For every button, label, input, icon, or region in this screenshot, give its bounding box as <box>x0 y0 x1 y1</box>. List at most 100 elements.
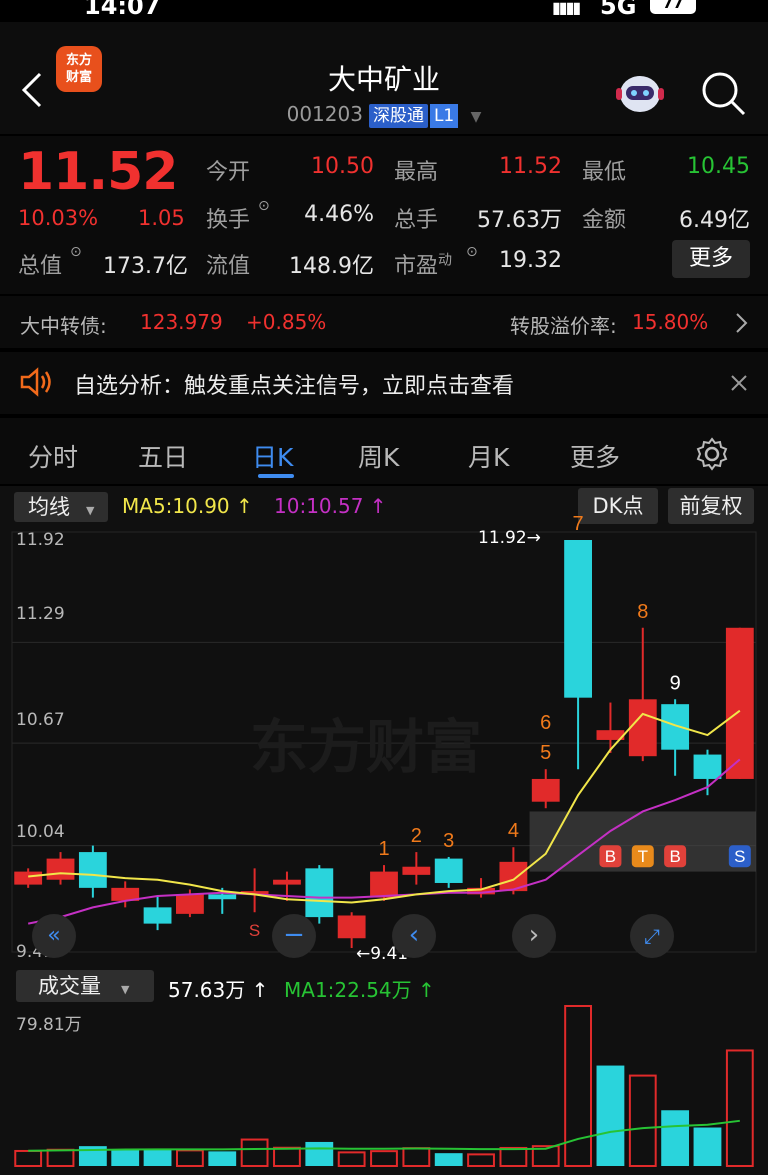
volume-bar <box>434 1153 463 1166</box>
stock-code: 001203 <box>286 102 363 126</box>
high-annotation: 11.92→ <box>478 528 541 548</box>
volume-bar <box>499 1146 528 1168</box>
notice-text: 自选分析：触发重点关注信号，立即点击查看 <box>74 374 515 399</box>
count-marker: 1 <box>378 838 389 860</box>
count-marker: 5 <box>540 742 551 764</box>
volume-select[interactable]: 成交量 ▼ <box>16 970 154 1002</box>
speaker-icon <box>20 367 51 397</box>
dropdown-icon[interactable]: ▼ <box>471 109 482 125</box>
candle-body <box>143 907 172 924</box>
volume-bar <box>143 1149 172 1166</box>
chevron-left-icon: ‹ <box>408 920 420 950</box>
amount-label: 金额 <box>582 208 627 233</box>
minus-icon: − <box>283 920 305 950</box>
kline-svg[interactable]: 12 3 4 5 6 7 8 9 S B T B S <box>0 486 768 1175</box>
volume-value: 57.63万 <box>477 208 562 233</box>
candle-body <box>305 868 334 918</box>
tab-intraday[interactable]: 分时 <box>28 438 78 474</box>
candle-body <box>402 866 431 875</box>
pe-label-text: 市盈 <box>394 254 439 279</box>
gear-icon[interactable] <box>694 436 730 472</box>
candle-body <box>370 871 398 898</box>
volume-bar <box>305 1141 334 1166</box>
scroll-right-button[interactable]: › <box>512 914 556 958</box>
turnover-label: 换手 <box>206 208 251 233</box>
volume-axis-max: 79.81万 <box>16 1015 82 1035</box>
open-label: 今开 <box>206 160 251 185</box>
volume-label: 总手 <box>394 208 439 233</box>
premium-label: 转股溢价率: <box>510 314 617 338</box>
candle-body <box>273 879 301 885</box>
info-icon[interactable]: ⊙ <box>70 244 82 260</box>
volume-bar <box>46 1148 75 1167</box>
candle-body <box>564 540 592 698</box>
tab-monthly-k[interactable]: 月K <box>468 438 509 474</box>
info-icon[interactable]: ⊙ <box>258 198 270 214</box>
chevron-right-icon: › <box>528 920 540 950</box>
price-axis-label: 10.04 <box>16 822 65 842</box>
amount-value: 6.49亿 <box>679 208 750 233</box>
level-badge: L1 <box>429 104 459 128</box>
candle-body <box>208 894 237 900</box>
close-icon[interactable] <box>730 374 748 392</box>
robot-assistant-icon[interactable] <box>614 68 666 116</box>
volume-bar <box>208 1151 237 1166</box>
status-time: 14:07 <box>84 0 161 20</box>
count-marker: 4 <box>508 820 519 842</box>
premium-value: 15.80% <box>632 310 709 334</box>
volume-bar <box>628 1074 657 1167</box>
signal-label: B <box>669 847 680 866</box>
info-icon[interactable]: ⊙ <box>466 244 478 260</box>
count-marker: 9 <box>670 672 681 694</box>
double-chevron-left-icon: « <box>47 923 61 948</box>
count-marker: 3 <box>443 830 454 852</box>
volume-bar <box>273 1146 301 1167</box>
count-marker: 8 <box>637 601 648 623</box>
more-button[interactable]: 更多 <box>672 240 750 278</box>
count-marker: 7 <box>573 513 584 535</box>
fullscreen-button[interactable]: ⤢ <box>630 914 674 958</box>
scroll-left-button[interactable]: ‹ <box>392 914 436 958</box>
high-label: 最高 <box>394 160 439 185</box>
search-icon[interactable] <box>700 70 748 116</box>
status-bar: 14:07 ▮▮▮▮ 5G 77 <box>0 0 768 22</box>
expand-icon: ⤢ <box>644 924 660 948</box>
low-value: 10.45 <box>687 154 750 179</box>
volume-bar <box>111 1149 140 1166</box>
signal-label: S <box>734 847 745 866</box>
pe-value: 19.32 <box>499 248 562 273</box>
signal-label: B <box>605 847 616 866</box>
tab-weekly-k[interactable]: 周K <box>358 438 399 474</box>
chevron-right-icon[interactable] <box>734 312 748 334</box>
candle-body <box>176 894 204 914</box>
price-axis-label: 11.92 <box>16 530 65 550</box>
change-value: 1.05 <box>138 206 185 230</box>
mktcap-value: 173.7亿 <box>103 254 188 279</box>
watermark: 东方财富 <box>250 713 483 781</box>
count-marker: 2 <box>411 825 422 847</box>
volume-select-label: 成交量 <box>38 974 101 998</box>
candle-body <box>531 778 560 802</box>
mktcap-label: 总值 <box>18 254 63 279</box>
signal-label: T <box>638 847 648 866</box>
volume-bar <box>725 1049 754 1167</box>
signal-icon: ▮▮▮▮ <box>552 0 581 17</box>
volume-legend: 57.63万 ↑ <box>168 978 269 1002</box>
volume-bar <box>402 1147 431 1168</box>
connect-badge: 深股通 <box>368 104 428 128</box>
volume-bar <box>370 1150 398 1168</box>
price-axis-label: 10.67 <box>16 710 65 730</box>
change-percent: 10.03% <box>18 206 99 230</box>
tab-daily-k[interactable]: 日K <box>252 438 293 474</box>
candle-body <box>434 858 463 883</box>
tab-five-day[interactable]: 五日 <box>138 438 188 474</box>
pe-label: 市盈动 <box>394 248 452 280</box>
network-label: 5G <box>600 0 637 20</box>
zoom-out-button[interactable]: − <box>272 914 316 958</box>
scroll-left-fast-button[interactable]: « <box>32 914 76 958</box>
volume-bar <box>596 1065 625 1166</box>
candle-body <box>46 858 75 880</box>
tab-more[interactable]: 更多 <box>570 438 620 474</box>
high-value: 11.52 <box>499 154 562 179</box>
dropdown-icon: ▼ <box>121 983 130 996</box>
